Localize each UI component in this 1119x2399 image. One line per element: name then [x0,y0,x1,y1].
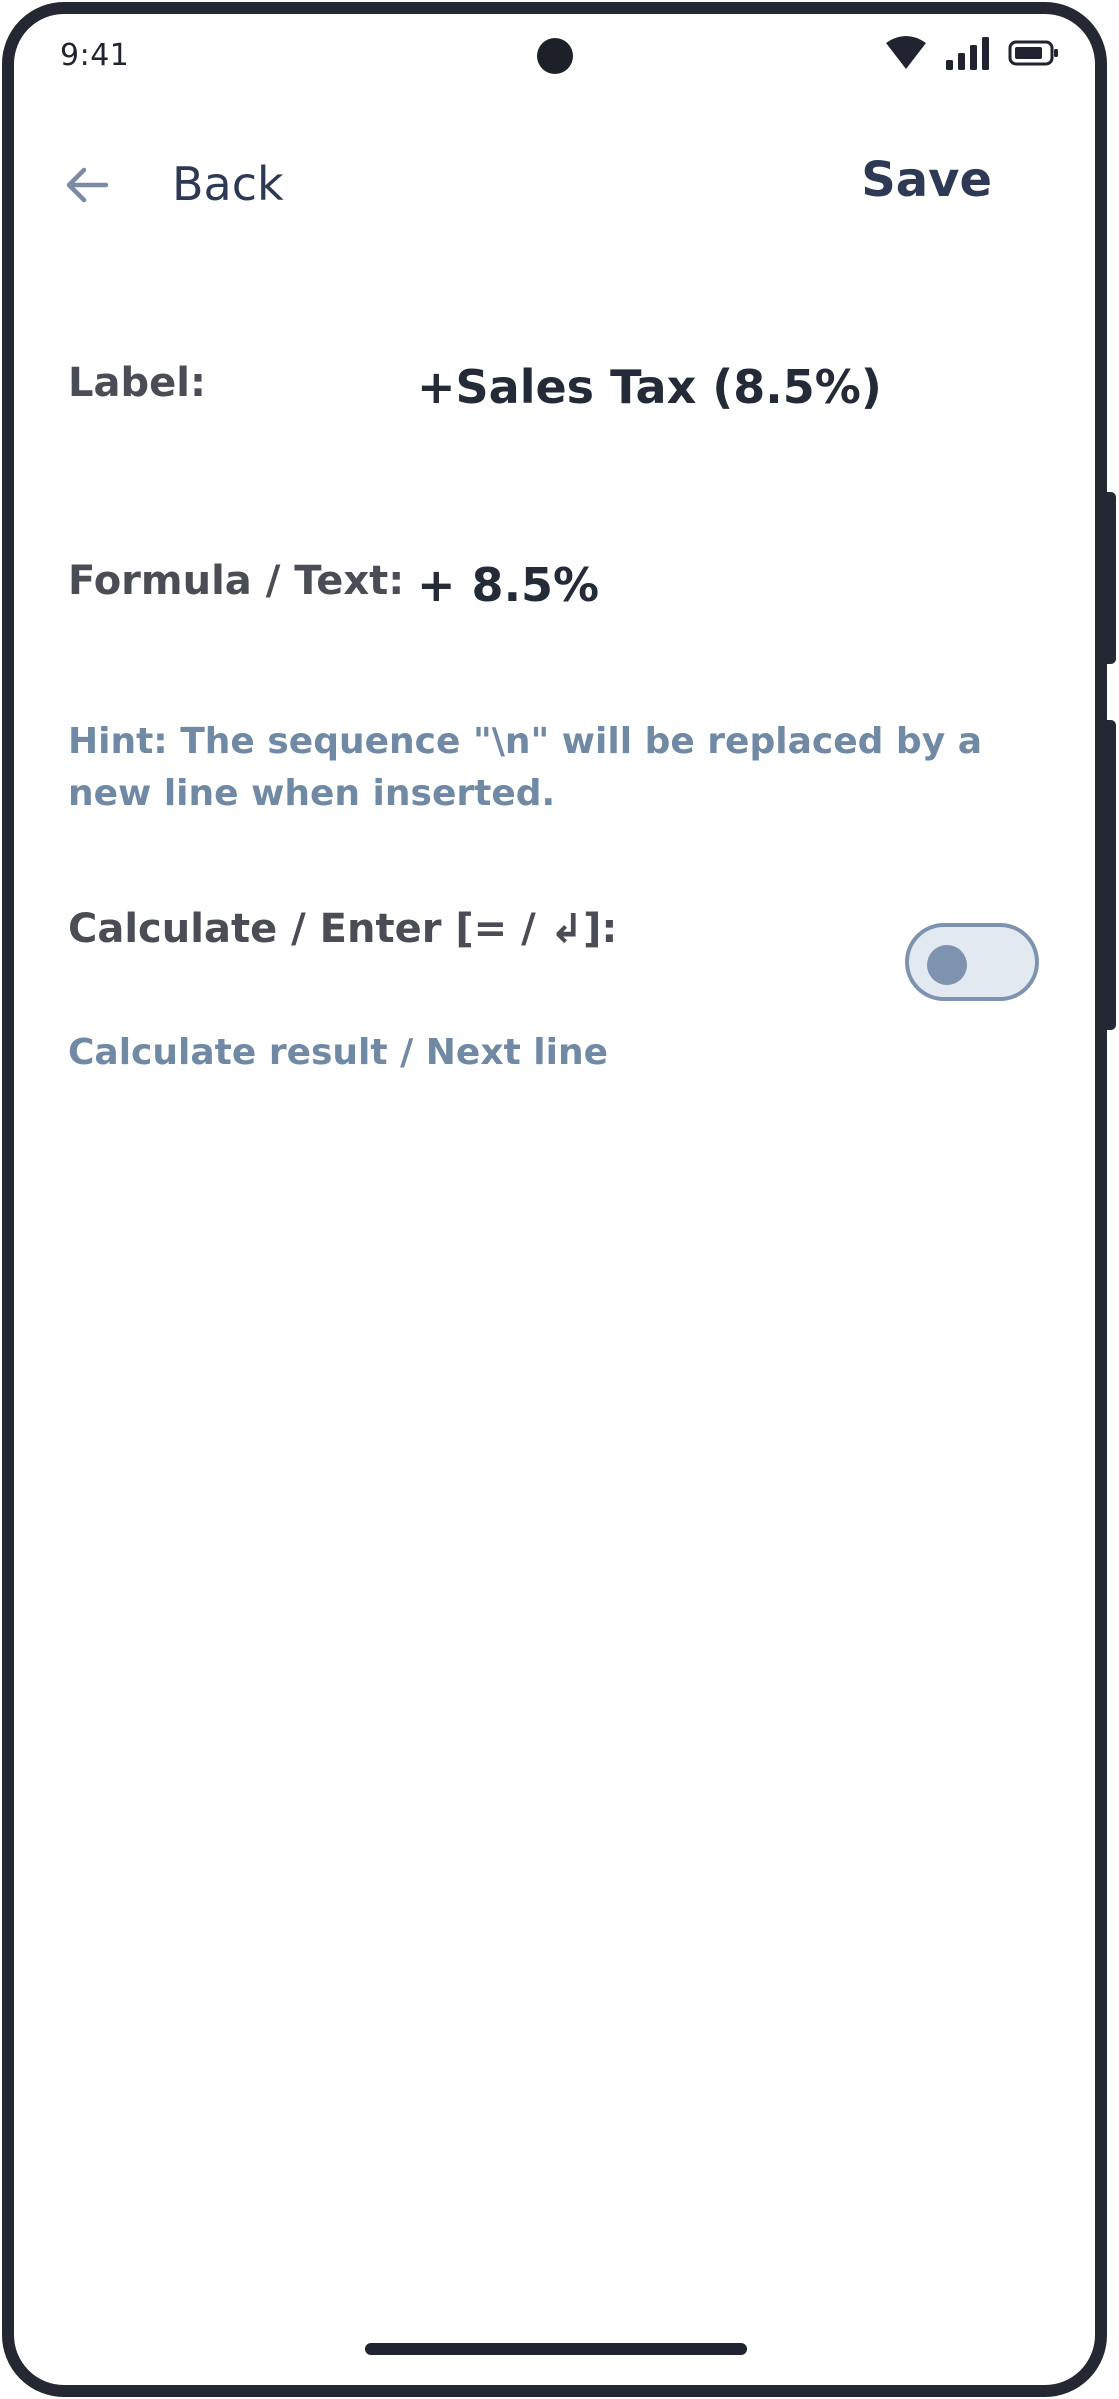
status-icons [884,34,1060,72]
home-indicator[interactable] [365,2343,747,2355]
back-button[interactable]: Back [172,157,284,211]
wifi-icon [884,35,928,71]
signal-icon [946,36,990,70]
volume-button [1107,492,1116,664]
calculate-caption: Calculate / Enter [= / ↲]: [68,906,618,952]
power-button [1107,720,1116,1030]
label-caption: Label: [68,360,206,406]
formula-caption: Formula / Text: [68,558,405,604]
back-arrow-icon[interactable] [62,160,112,210]
status-time: 9:41 [60,38,130,73]
save-button[interactable]: Save [861,152,992,208]
hint-text: Hint: The sequence "\n" will be replaced… [68,721,982,814]
battery-icon [1008,39,1060,67]
calculate-description: Calculate result / Next line [68,1032,609,1073]
label-field[interactable]: +Sales Tax (8.5%) [417,360,882,414]
toggle-knob [927,945,967,985]
formula-field[interactable]: + 8.5% [417,558,599,612]
calculate-toggle[interactable] [905,923,1039,1001]
camera-cutout [537,38,573,74]
phone-screen: 9:41 Back Save Label: +Sales Tax (8.5%) … [0,0,1119,2399]
